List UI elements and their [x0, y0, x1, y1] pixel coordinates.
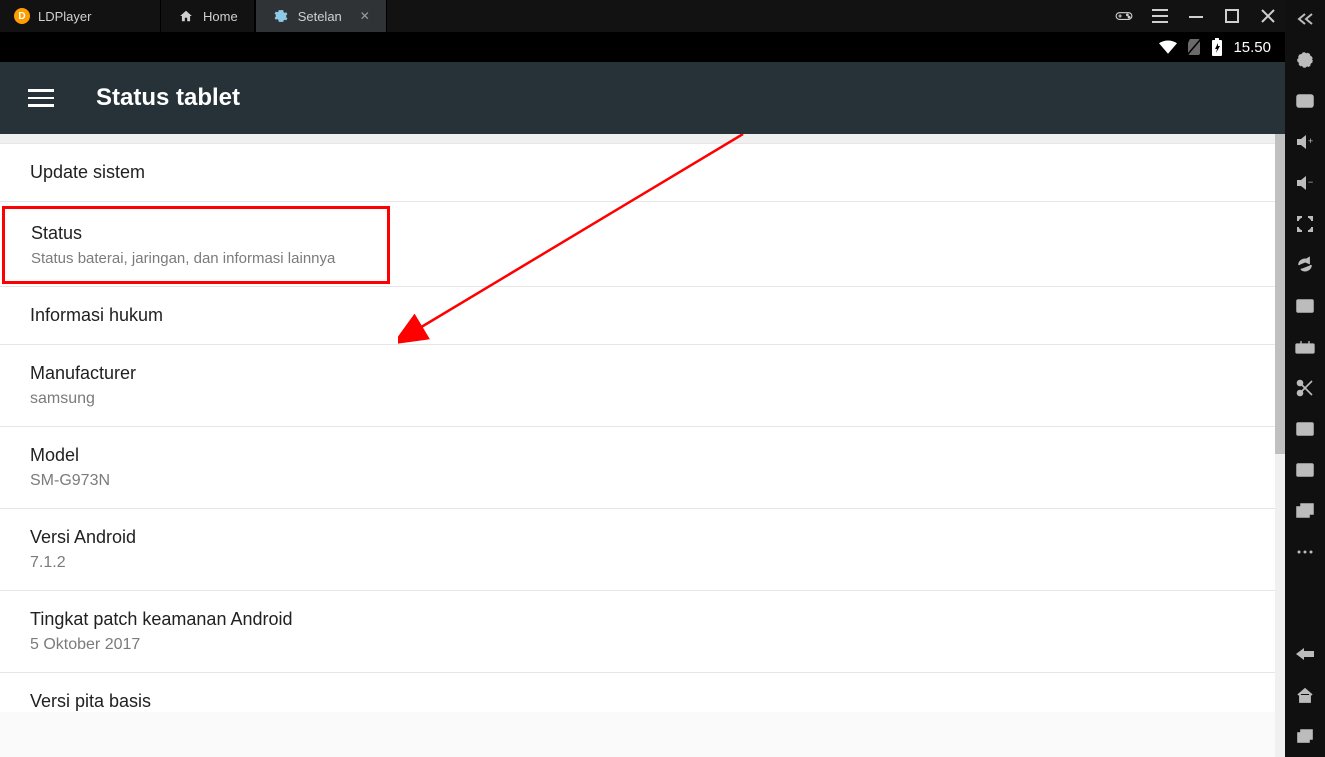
no-sim-icon [1187, 39, 1201, 55]
row-title: Versi pita basis [30, 691, 1255, 712]
home-icon [177, 7, 195, 25]
page-title: Status tablet [96, 84, 240, 112]
close-tab-icon[interactable]: ✕ [360, 9, 370, 23]
back-nav-icon[interactable] [1294, 643, 1316, 665]
row-manufacturer[interactable]: Manufacturer samsung [0, 345, 1285, 427]
volume-up-icon[interactable]: + [1294, 131, 1316, 153]
more-icon[interactable] [1294, 541, 1316, 563]
row-sub: 5 Oktober 2017 [30, 636, 1255, 654]
row-sub: Status baterai, jaringan, dan informasi … [31, 250, 361, 267]
volume-down-icon[interactable]: − [1294, 172, 1316, 194]
video-icon[interactable] [1294, 418, 1316, 440]
clock-time: 15.50 [1233, 39, 1271, 56]
hamburger-icon[interactable] [28, 89, 54, 107]
row-title: Tingkat patch keamanan Android [30, 609, 1255, 630]
settings-header: Status tablet [0, 62, 1285, 134]
row-legal-info[interactable]: Informasi hukum [0, 287, 1285, 345]
menu-icon[interactable] [1151, 7, 1169, 25]
row-sub: samsung [30, 390, 1255, 408]
collapse-sidebar-icon[interactable] [1294, 8, 1316, 30]
battery-icon [1211, 38, 1223, 56]
keyboard-icon[interactable] [1294, 90, 1316, 112]
tab-home[interactable]: Home [160, 0, 255, 32]
row-sub: SM-G973N [30, 472, 1255, 490]
row-title: Update sistem [30, 162, 1255, 183]
row-title: Versi Android [30, 527, 1255, 548]
row-update-system[interactable]: Update sistem [0, 144, 1285, 202]
multi-window-icon[interactable] [1294, 500, 1316, 522]
scrollbar-thumb[interactable] [1275, 134, 1285, 454]
maximize-icon[interactable] [1223, 7, 1241, 25]
emulator-right-sidebar: + − APK [1285, 0, 1325, 757]
row-title: Manufacturer [30, 363, 1255, 384]
wifi-icon [1159, 40, 1177, 54]
row-sub: 7.1.2 [30, 554, 1255, 572]
android-statusbar: 15.50 [0, 32, 1285, 62]
app-name: LDPlayer [38, 9, 91, 24]
gear-icon [272, 7, 290, 25]
ldplayer-logo-icon: D [14, 8, 30, 24]
svg-text:−: − [1308, 177, 1313, 187]
tab-home-label: Home [203, 9, 238, 24]
emulator-topbar: D LDPlayer Home Setelan ✕ [0, 0, 1285, 32]
window-controls [1115, 0, 1277, 32]
scissors-icon[interactable] [1294, 377, 1316, 399]
app-brand: D LDPlayer [0, 8, 160, 24]
gamepad-icon[interactable] [1115, 7, 1133, 25]
home-nav-icon[interactable] [1294, 684, 1316, 706]
row-android-version[interactable]: Versi Android 7.1.2 [0, 509, 1285, 591]
tab-settings-label: Setelan [298, 9, 342, 24]
row-title: Informasi hukum [30, 305, 1255, 326]
swap-icon[interactable] [1294, 459, 1316, 481]
close-window-icon[interactable] [1259, 7, 1277, 25]
sync-icon[interactable] [1294, 254, 1316, 276]
target-icon[interactable] [1294, 49, 1316, 71]
row-baseband[interactable]: Versi pita basis [0, 673, 1285, 712]
fullscreen-icon[interactable] [1294, 213, 1316, 235]
row-security-patch[interactable]: Tingkat patch keamanan Android 5 Oktober… [0, 591, 1285, 673]
row-model[interactable]: Model SM-G973N [0, 427, 1285, 509]
recents-nav-icon[interactable] [1294, 725, 1316, 747]
list-gap [0, 134, 1285, 144]
content-area: Update sistem Status Status baterai, jar… [0, 134, 1285, 757]
add-window-icon[interactable] [1294, 295, 1316, 317]
row-title: Model [30, 445, 1255, 466]
svg-text:+: + [1308, 136, 1313, 146]
apk-icon[interactable]: APK [1294, 336, 1316, 358]
svg-text:APK: APK [1298, 347, 1310, 353]
tab-settings[interactable]: Setelan ✕ [255, 0, 387, 32]
row-title: Status [31, 223, 361, 244]
minimize-icon[interactable] [1187, 7, 1205, 25]
row-status[interactable]: Status Status baterai, jaringan, dan inf… [2, 206, 390, 284]
